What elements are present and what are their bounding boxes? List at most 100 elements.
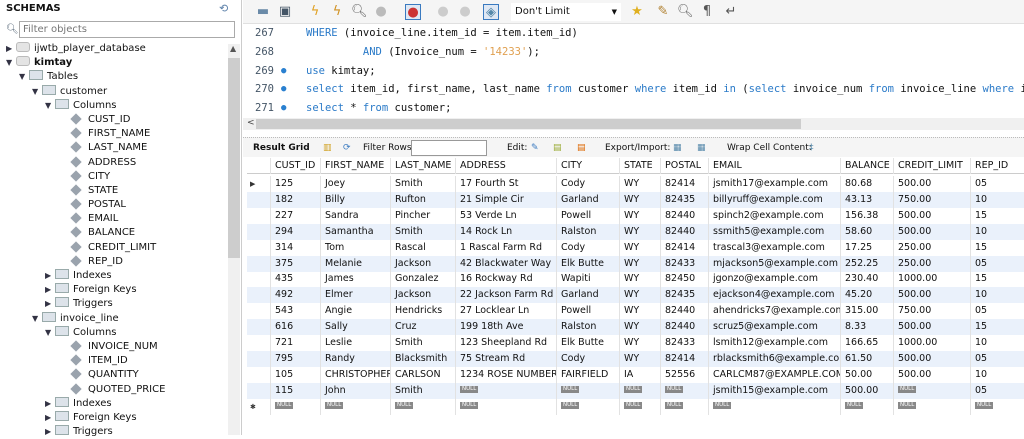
- cell-balance[interactable]: 17.25: [840, 239, 893, 256]
- cell-city[interactable]: Elk Butte: [556, 255, 619, 272]
- cell-cust-id[interactable]: 125: [270, 176, 320, 192]
- cell-email[interactable]: jsmith15@example.com: [708, 382, 840, 399]
- cell-balance[interactable]: 8.33: [840, 319, 893, 336]
- cell-credit-limit[interactable]: NULL: [893, 398, 970, 415]
- cell-email[interactable]: CARLCM87@EXAMPLE.COM: [708, 366, 840, 383]
- cell-state[interactable]: WY: [619, 223, 660, 240]
- cell-cust-id[interactable]: 375: [270, 255, 320, 272]
- table-row[interactable]: 435 James Gonzalez 16 Rockway Rd Wapiti WY 824…: [247, 271, 1024, 288]
- tree-item-foreign-keys[interactable]: ▶ Foreign Keys: [0, 410, 228, 425]
- toggle-continue-on-error-icon[interactable]: ●: [405, 4, 421, 20]
- column-header[interactable]: FIRST_NAME: [320, 158, 390, 174]
- editor-scroll-thumb[interactable]: [256, 119, 801, 129]
- rollback-icon[interactable]: ●: [457, 4, 473, 20]
- cell-state[interactable]: WY: [619, 350, 660, 367]
- cell-credit-limit[interactable]: 500.00: [893, 176, 970, 192]
- cell-credit-limit[interactable]: 500.00: [893, 207, 970, 224]
- expand-right-icon[interactable]: ▶: [45, 411, 55, 425]
- cell-state[interactable]: WY: [619, 303, 660, 320]
- add-snippet-icon[interactable]: ★: [629, 4, 645, 20]
- cell-first-name[interactable]: CHRISTOPHER: [320, 366, 390, 383]
- add-row-icon[interactable]: ▤: [553, 138, 562, 158]
- cell-state[interactable]: WY: [619, 335, 660, 351]
- cell-balance[interactable]: 50.00: [840, 366, 893, 383]
- find-icon[interactable]: 🔍︎: [677, 4, 694, 20]
- cell-balance[interactable]: 166.65: [840, 335, 893, 351]
- stop-icon[interactable]: ●: [373, 4, 389, 20]
- cell-credit-limit[interactable]: NULL: [893, 382, 970, 399]
- cell-first-name[interactable]: Samantha: [320, 223, 390, 240]
- cell-first-name[interactable]: Sandra: [320, 207, 390, 224]
- cell-first-name[interactable]: John: [320, 382, 390, 399]
- scroll-left-icon[interactable]: <: [247, 118, 255, 128]
- tree-item-state[interactable]: STATE: [0, 184, 228, 198]
- cell-first-name[interactable]: James: [320, 271, 390, 288]
- grid-icon[interactable]: ▥: [323, 138, 332, 158]
- cell-state[interactable]: WY: [619, 207, 660, 224]
- cell-city[interactable]: Cody: [556, 350, 619, 367]
- export-icon[interactable]: ▦: [673, 138, 682, 158]
- cell-rep-id[interactable]: 05: [970, 176, 1024, 192]
- code-line[interactable]: 270 ● select item_id, first_name, last_nam…: [243, 80, 1024, 99]
- tree-item-columns[interactable]: ▼ Columns: [0, 98, 228, 113]
- tree-item-quoted-price[interactable]: QUOTED_PRICE: [0, 382, 228, 397]
- expand-right-icon[interactable]: ▶: [45, 283, 55, 297]
- cell-last-name[interactable]: Gonzalez: [390, 271, 455, 288]
- cell-postal[interactable]: 82450: [660, 271, 708, 288]
- code-line[interactable]: 267 WHERE (invoice_line.item_id = item.it…: [243, 24, 1024, 43]
- refresh-icon[interactable]: ⟲: [219, 2, 228, 15]
- cell-postal[interactable]: NULL: [660, 382, 708, 399]
- cell-state[interactable]: WY: [619, 271, 660, 288]
- column-header[interactable]: CITY: [556, 158, 619, 174]
- edit-row-icon[interactable]: ✎: [531, 138, 539, 158]
- cell-rep-id[interactable]: 05: [970, 255, 1024, 272]
- cell-postal[interactable]: 52556: [660, 366, 708, 383]
- cell-postal[interactable]: 82433: [660, 335, 708, 351]
- cell-address[interactable]: 14 Rock Ln: [455, 223, 556, 240]
- tree-item-credit-limit[interactable]: CREDIT_LIMIT: [0, 240, 228, 255]
- tree-item-rep-id[interactable]: REP_ID: [0, 255, 228, 269]
- cell-city[interactable]: Cody: [556, 239, 619, 256]
- tree-item-foreign-keys[interactable]: ▶ Foreign Keys: [0, 283, 228, 297]
- tree-item-invoice-line[interactable]: ▼ invoice_line: [0, 311, 228, 326]
- cell-credit-limit[interactable]: 500.00: [893, 366, 970, 383]
- cell-cust-id[interactable]: 182: [270, 191, 320, 208]
- cell-cust-id[interactable]: 795: [270, 350, 320, 367]
- table-row[interactable]: 616 Sally Cruz 199 18th Ave Ralston WY 82440 sc…: [247, 319, 1024, 336]
- cell-credit-limit[interactable]: 1000.00: [893, 335, 970, 351]
- cell-state[interactable]: IA: [619, 366, 660, 383]
- cell-city[interactable]: Powell: [556, 303, 619, 320]
- table-row[interactable]: 105 CHRISTOPHER CARLSON 1234 ROSE NUMBER FAI…: [247, 366, 1024, 383]
- cell-rep-id[interactable]: 10: [970, 191, 1024, 208]
- tree-item-ijwtb-player-database[interactable]: ▶ ijwtb_player_database: [0, 42, 228, 56]
- tree-item-email[interactable]: EMAIL: [0, 212, 228, 226]
- cell-cust-id[interactable]: 492: [270, 287, 320, 304]
- cell-rep-id[interactable]: 15: [970, 271, 1024, 288]
- cell-address[interactable]: 17 Fourth St: [455, 176, 556, 192]
- cell-last-name[interactable]: Jackson: [390, 255, 455, 272]
- cell-state[interactable]: WY: [619, 239, 660, 256]
- cell-rep-id[interactable]: 15: [970, 319, 1024, 336]
- tree-item-city[interactable]: CITY: [0, 170, 228, 184]
- sidebar-scroll-thumb[interactable]: [228, 58, 240, 258]
- cell-email[interactable]: ssmith5@example.com: [708, 223, 840, 240]
- cell-cust-id[interactable]: 294: [270, 223, 320, 240]
- refresh-rows-icon[interactable]: ⟳: [343, 138, 351, 158]
- cell-city[interactable]: FAIRFIELD: [556, 366, 619, 383]
- cell-first-name[interactable]: Joey: [320, 176, 390, 192]
- cell-credit-limit[interactable]: 250.00: [893, 255, 970, 272]
- cell-last-name[interactable]: Rufton: [390, 191, 455, 208]
- cell-state[interactable]: WY: [619, 191, 660, 208]
- cell-first-name[interactable]: Angie: [320, 303, 390, 320]
- tree-item-cust-id[interactable]: CUST_ID: [0, 113, 228, 127]
- table-row[interactable]: 721 Leslie Smith 123 Sheepland Rd Elk Butte W…: [247, 335, 1024, 351]
- cell-address[interactable]: 1 Rascal Farm Rd: [455, 239, 556, 256]
- cell-balance[interactable]: 252.25: [840, 255, 893, 272]
- cell-address[interactable]: 53 Verde Ln: [455, 207, 556, 224]
- cell-balance[interactable]: 315.00: [840, 303, 893, 320]
- cell-last-name[interactable]: Blacksmith: [390, 350, 455, 367]
- execute-icon[interactable]: ϟ: [307, 4, 323, 20]
- cell-rep-id[interactable]: 10: [970, 335, 1024, 351]
- cell-last-name[interactable]: Cruz: [390, 319, 455, 336]
- cell-first-name[interactable]: Melanie: [320, 255, 390, 272]
